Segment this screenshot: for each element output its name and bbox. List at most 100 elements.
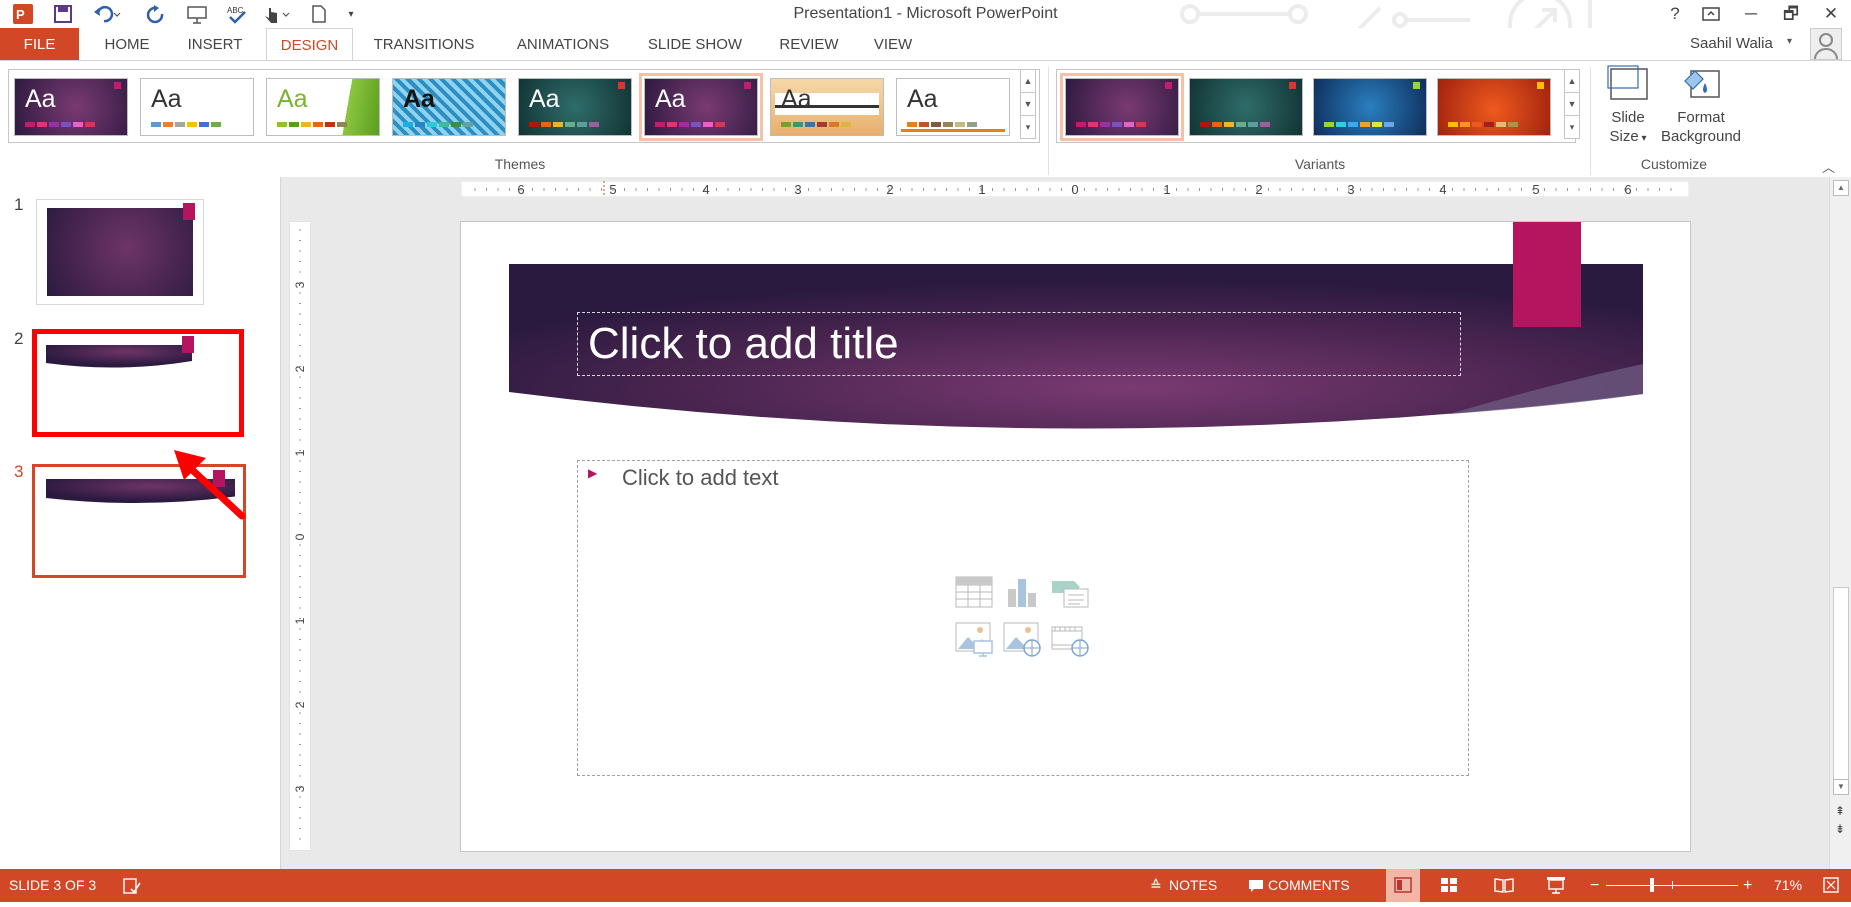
tab-transitions[interactable]: TRANSITIONS: [364, 28, 484, 60]
slide-canvas[interactable]: Click to add title ▶ Click to add text: [460, 221, 1691, 852]
ruler-label: 1: [1163, 182, 1170, 197]
annotation-arrow-icon: [174, 450, 246, 520]
ruler-label: 6: [517, 182, 524, 197]
themes-gallery: Aa Aa Aa Aa Aa Aa Aa Aa: [8, 69, 1040, 143]
horizontal-ruler: 6 5 4 3 2 1 0 1 2 3 4 5 6: [461, 181, 1689, 197]
scroll-down-icon[interactable]: ▼: [1564, 93, 1580, 116]
ruler-label: 0: [293, 533, 307, 540]
close-icon[interactable]: ✕: [1812, 2, 1850, 26]
fit-slide-to-window-icon[interactable]: [1822, 869, 1840, 902]
comments-button[interactable]: COMMENTS: [1268, 869, 1350, 902]
theme-sample-text: Aa: [151, 85, 182, 113]
variants-gallery: [1056, 69, 1576, 143]
format-background-label-2: Background: [1660, 128, 1742, 145]
notes-button[interactable]: NOTES: [1169, 869, 1217, 902]
ruler-label: 3: [293, 281, 307, 288]
slide-show-view-icon[interactable]: [1546, 869, 1566, 902]
dropdown-arrow-icon: ▾: [1638, 133, 1647, 144]
spell-check-status-icon[interactable]: [122, 869, 142, 902]
restore-icon[interactable]: 🗗: [1772, 2, 1810, 26]
theme-sample-text: Aa: [403, 85, 435, 113]
title-bar: P ABC ▾ Presentation1 - Microsoft PowerP…: [0, 0, 1851, 56]
variant-teal[interactable]: [1189, 78, 1303, 136]
zoom-in-button[interactable]: +: [1743, 869, 1752, 902]
slide-thumbnail-1[interactable]: [36, 199, 204, 305]
theme-ion-boardroom-applied[interactable]: Aa: [639, 73, 763, 141]
scroll-up-icon[interactable]: ▲: [1020, 69, 1036, 93]
insert-table-icon[interactable]: [954, 575, 996, 611]
variants-gallery-scroll: ▲ ▼ ▾: [1564, 69, 1580, 139]
zoom-slider-thumb[interactable]: [1650, 878, 1654, 892]
tab-insert[interactable]: INSERT: [178, 28, 252, 60]
scroll-down-icon[interactable]: ▼: [1833, 779, 1849, 795]
themes-gallery-scroll: ▲ ▼ ▾: [1020, 69, 1036, 139]
title-placeholder[interactable]: Click to add title: [577, 312, 1461, 376]
tab-animations[interactable]: ANIMATIONS: [504, 28, 622, 60]
variant-blue[interactable]: [1313, 78, 1427, 136]
more-icon[interactable]: ▾: [1020, 116, 1036, 139]
scroll-down-icon[interactable]: ▼: [1020, 93, 1036, 116]
slide-size-button[interactable]: Slide Size ▾: [1598, 65, 1658, 148]
notes-icon[interactable]: ≙: [1150, 869, 1162, 902]
user-name[interactable]: Saahil Walia: [1690, 35, 1773, 52]
theme-ion[interactable]: Aa: [518, 78, 632, 136]
tab-view[interactable]: VIEW: [866, 28, 920, 60]
insert-online-picture-icon[interactable]: [1002, 621, 1044, 657]
slide-number-selected: 3: [14, 462, 24, 481]
slide-size-icon: [1607, 65, 1648, 100]
scroll-up-icon[interactable]: ▲: [1833, 180, 1849, 196]
more-icon[interactable]: ▾: [1564, 116, 1580, 139]
ruler-label: 1: [293, 449, 307, 456]
slide-counter[interactable]: SLIDE 3 OF 3: [9, 869, 96, 902]
next-slide-icon[interactable]: ⇟: [1833, 822, 1847, 836]
reading-view-icon[interactable]: [1494, 869, 1514, 902]
design-ribbon: Aa Aa Aa Aa Aa Aa Aa Aa ▲ ▼ ▾ Themes ▲ ▼…: [0, 60, 1851, 178]
format-background-button[interactable]: Format Background: [1656, 65, 1746, 146]
scroll-up-icon[interactable]: ▲: [1564, 69, 1580, 93]
variant-orange[interactable]: [1437, 78, 1551, 136]
ruler-label: 3: [1347, 182, 1354, 197]
content-placeholder-text: Click to add text: [622, 465, 779, 490]
help-button[interactable]: ?: [1656, 2, 1694, 26]
bullet-arrow-icon: ▶: [588, 466, 598, 480]
customize-group-label: Customize: [1640, 156, 1708, 172]
scrollbar-thumb[interactable]: [1833, 587, 1849, 781]
tab-file[interactable]: FILE: [0, 28, 79, 60]
insert-picture-icon[interactable]: [954, 621, 996, 657]
theme-office[interactable]: Aa: [140, 78, 254, 136]
ribbon-display-options-icon[interactable]: [1692, 2, 1730, 26]
tab-home[interactable]: HOME: [92, 28, 162, 60]
theme-retrospect[interactable]: Aa: [896, 78, 1010, 136]
insert-chart-icon[interactable]: [1002, 575, 1044, 611]
ruler-label: 0: [1071, 182, 1078, 197]
slide-sorter-icon[interactable]: [1440, 869, 1458, 902]
avatar[interactable]: [1810, 28, 1842, 60]
comments-icon[interactable]: [1248, 869, 1264, 902]
zoom-out-button[interactable]: −: [1590, 869, 1599, 902]
collapse-ribbon-icon[interactable]: ︿: [1822, 157, 1835, 176]
theme-ion-boardroom[interactable]: Aa: [14, 78, 128, 136]
slide-number: 1: [14, 195, 24, 214]
theme-organic[interactable]: Aa: [770, 78, 884, 136]
theme-facet[interactable]: Aa: [266, 78, 380, 136]
slide-size-label: Slide: [1611, 109, 1645, 126]
content-placeholder[interactable]: ▶ Click to add text: [577, 460, 1469, 776]
insert-smartart-icon[interactable]: [1050, 575, 1092, 611]
variant-purple[interactable]: [1060, 73, 1184, 141]
themes-group-label: Themes: [494, 156, 546, 172]
zoom-level[interactable]: 71%: [1774, 869, 1802, 902]
account-dropdown-icon[interactable]: ▾: [1787, 36, 1792, 47]
tab-slide-show[interactable]: SLIDE SHOW: [642, 28, 748, 60]
ruler-label: 2: [1255, 182, 1262, 197]
vertical-scrollbar[interactable]: ▲ ▼ ⇞ ⇟: [1829, 177, 1851, 869]
insert-video-icon[interactable]: [1050, 621, 1092, 657]
theme-sample-text: Aa: [529, 85, 560, 113]
theme-integral[interactable]: Aa: [392, 78, 506, 136]
previous-slide-icon[interactable]: ⇞: [1833, 804, 1847, 818]
ribbon-tabs: FILE HOME INSERT DESIGN TRANSITIONS ANIM…: [0, 28, 1851, 61]
tab-design[interactable]: DESIGN: [266, 28, 353, 61]
title-placeholder-text: Click to add title: [588, 319, 899, 368]
normal-view-icon[interactable]: [1386, 869, 1420, 902]
minimize-icon[interactable]: ─: [1732, 2, 1770, 26]
tab-review[interactable]: REVIEW: [772, 28, 846, 60]
